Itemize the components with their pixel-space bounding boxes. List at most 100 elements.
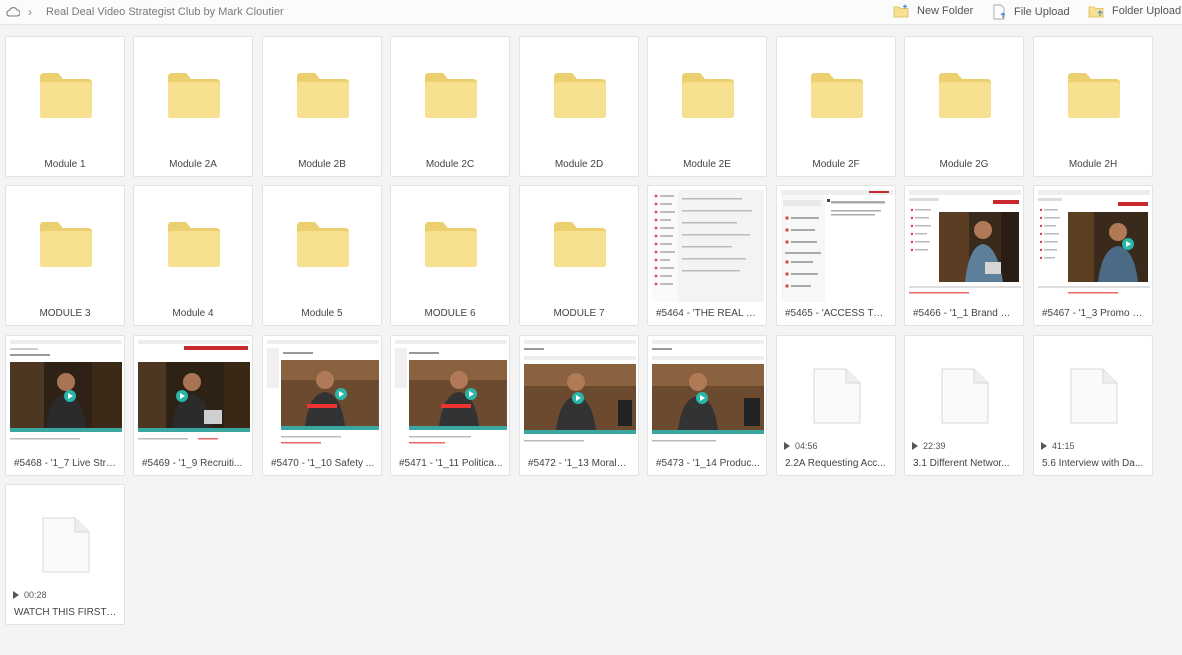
document-thumbnail	[652, 190, 764, 302]
file-name: #5464 - 'THE REAL D...	[656, 308, 762, 319]
file-upload-icon	[993, 4, 1006, 20]
file-item[interactable]: 22:39 3.1 Different Networ...	[904, 335, 1024, 476]
duration: 41:15	[1041, 441, 1075, 451]
folder-icon	[297, 73, 349, 118]
folder-name: Module 1	[44, 159, 86, 170]
video-item[interactable]: #5468 - '1_7 Live Stre...	[5, 335, 125, 476]
file-name: #5472 - '1_13 Morale ...	[528, 458, 634, 469]
folder-item[interactable]: MODULE 6	[390, 185, 510, 326]
folder-name: Module 2F	[812, 159, 860, 170]
file-item[interactable]: 00:28 WATCH THIS FIRST - ...	[5, 484, 125, 625]
folder-item[interactable]: Module 5	[262, 185, 382, 326]
duration-text: 41:15	[1052, 441, 1075, 451]
video-item[interactable]: #5466 - '1_1 Brand M...	[904, 185, 1024, 326]
folder-item[interactable]: Module 2E	[647, 36, 767, 177]
file-item[interactable]: #5464 - 'THE REAL D...	[647, 185, 767, 326]
folder-upload-icon	[1088, 6, 1104, 18]
duration-text: 04:56	[795, 441, 818, 451]
folder-name: MODULE 3	[39, 308, 91, 319]
new-folder-button[interactable]: New Folder	[893, 4, 973, 18]
file-name: #5470 - '1_10 Safety ...	[271, 458, 375, 469]
play-icon	[1041, 442, 1047, 450]
video-thumbnail	[138, 340, 250, 452]
file-icon	[1070, 368, 1118, 424]
file-item[interactable]: 41:15 5.6 Interview with Da...	[1033, 335, 1153, 476]
folder-icon	[40, 73, 92, 118]
folder-name: Module 2E	[683, 159, 731, 170]
video-thumbnail	[1038, 190, 1150, 302]
folder-item[interactable]: Module 2A	[133, 36, 253, 177]
folder-name: Module 5	[301, 308, 343, 319]
folder-item[interactable]: Module 2G	[904, 36, 1024, 177]
video-thumbnail	[395, 340, 507, 452]
folder-name: MODULE 6	[424, 308, 476, 319]
folder-item[interactable]: Module 2H	[1033, 36, 1153, 177]
video-thumbnail	[652, 340, 764, 452]
folder-item[interactable]: Module 2C	[390, 36, 510, 177]
file-item[interactable]: #5465 - 'ACCESS TO ...	[776, 185, 896, 326]
file-item[interactable]: 04:56 2.2A Requesting Acc...	[776, 335, 896, 476]
file-icon	[941, 368, 989, 424]
folder-name: Module 2A	[169, 159, 217, 170]
file-name: 5.6 Interview with Da...	[1042, 458, 1144, 469]
video-item[interactable]: #5473 - '1_14 Produc...	[647, 335, 767, 476]
folder-name: MODULE 7	[553, 308, 605, 319]
file-name: 3.1 Different Networ...	[913, 458, 1010, 469]
file-upload-button[interactable]: File Upload	[992, 4, 1070, 20]
folder-name: Module 2B	[298, 159, 346, 170]
folder-item[interactable]: Module 2F	[776, 36, 896, 177]
file-name: 2.2A Requesting Acc...	[785, 458, 886, 469]
folder-item[interactable]: MODULE 7	[519, 185, 639, 326]
cloud-icon[interactable]	[6, 6, 20, 18]
video-thumbnail	[267, 340, 379, 452]
folder-name: Module 2H	[1068, 159, 1118, 170]
folder-name: Module 2D	[554, 159, 604, 170]
folder-name: Module 2C	[425, 159, 475, 170]
video-item[interactable]: #5472 - '1_13 Morale ...	[519, 335, 639, 476]
file-name: #5473 - '1_14 Produc...	[656, 458, 760, 469]
play-icon	[784, 442, 790, 450]
duration: 04:56	[784, 441, 818, 451]
video-item[interactable]: #5470 - '1_10 Safety ...	[262, 335, 382, 476]
new-folder-icon	[893, 4, 909, 18]
folder-name: Module 4	[172, 308, 214, 319]
file-name: #5468 - '1_7 Live Stre...	[14, 458, 120, 469]
folder-item[interactable]: Module 2B	[262, 36, 382, 177]
folder-icon	[425, 222, 477, 267]
file-name: WATCH THIS FIRST - ...	[14, 607, 124, 618]
folder-icon	[1068, 73, 1120, 118]
video-thumbnail	[909, 190, 1021, 302]
file-icon	[813, 368, 861, 424]
play-icon	[912, 442, 918, 450]
breadcrumb-title[interactable]: Real Deal Video Strategist Club by Mark …	[46, 6, 284, 18]
folder-icon	[297, 222, 349, 267]
folder-icon	[425, 73, 477, 118]
folder-name: Module 2G	[939, 159, 989, 170]
file-name: #5466 - '1_1 Brand M...	[913, 308, 1018, 319]
duration: 00:28	[13, 590, 47, 600]
file-name: #5471 - '1_11 Politica...	[399, 458, 503, 469]
folder-item[interactable]: Module 2D	[519, 36, 639, 177]
folder-icon	[939, 73, 991, 118]
duration: 22:39	[912, 441, 946, 451]
video-thumbnail	[524, 340, 636, 452]
folder-icon	[168, 222, 220, 267]
video-item[interactable]: #5469 - '1_9 Recruiti...	[133, 335, 253, 476]
file-upload-label: File Upload	[1014, 6, 1070, 18]
folder-icon	[682, 73, 734, 118]
chevron-right-icon: ›	[28, 5, 32, 19]
file-name: #5465 - 'ACCESS TO ...	[785, 308, 893, 319]
file-name: #5467 - '1_3 Promo V...	[1042, 308, 1147, 319]
folder-item[interactable]: Module 1	[5, 36, 125, 177]
folder-upload-button[interactable]: Folder Upload	[1088, 4, 1181, 18]
document-thumbnail	[781, 190, 893, 302]
top-bar: › Real Deal Video Strategist Club by Mar…	[0, 0, 1182, 25]
folder-icon	[811, 73, 863, 118]
file-name: #5469 - '1_9 Recruiti...	[142, 458, 243, 469]
duration-text: 00:28	[24, 590, 47, 600]
folder-icon	[554, 222, 606, 267]
video-item[interactable]: #5471 - '1_11 Politica...	[390, 335, 510, 476]
video-item[interactable]: #5467 - '1_3 Promo V...	[1033, 185, 1153, 326]
folder-item[interactable]: Module 4	[133, 185, 253, 326]
folder-item[interactable]: MODULE 3	[5, 185, 125, 326]
